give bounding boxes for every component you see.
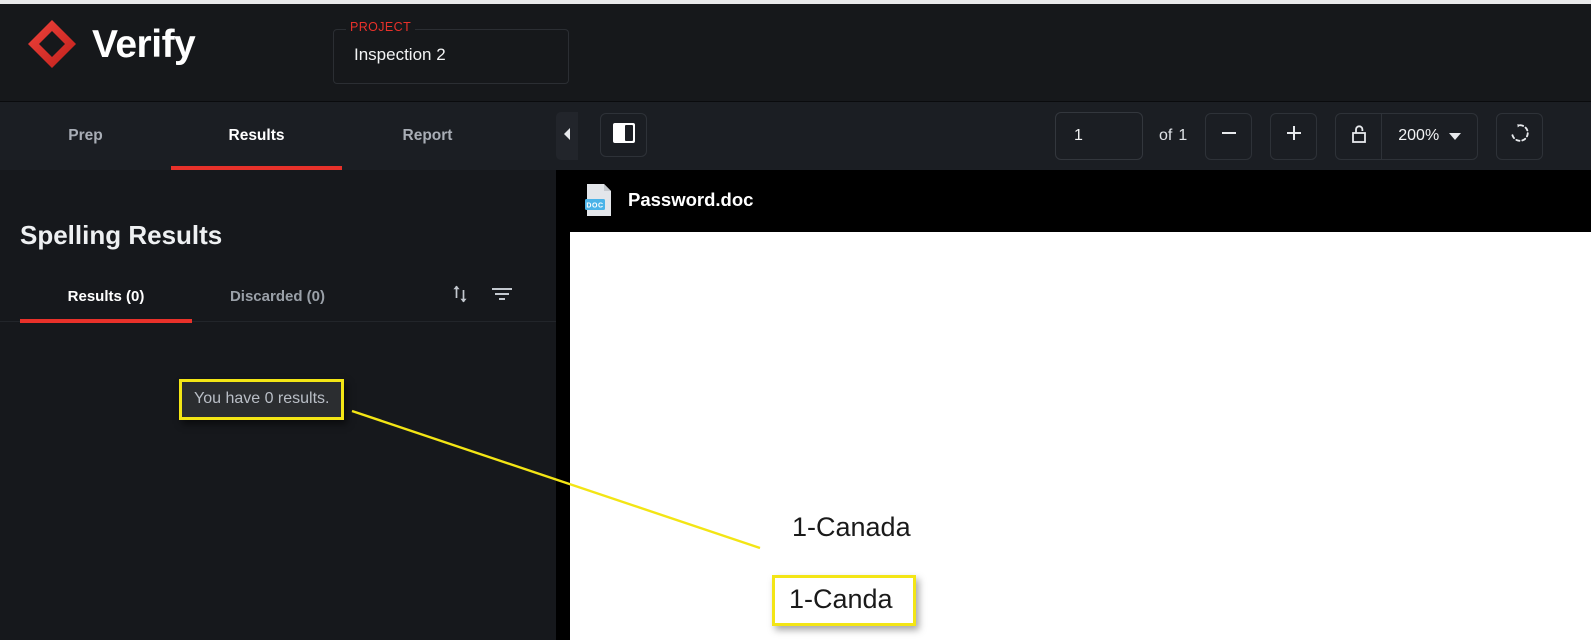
page-number-input[interactable] [1055, 112, 1143, 160]
document-page[interactable]: 1-Canada 1-Canda [570, 232, 1591, 640]
page-total-label: 1 [1178, 127, 1188, 144]
misspelling-highlight-box[interactable]: 1-Canda [772, 575, 916, 626]
plus-icon [1284, 123, 1304, 149]
page-of-label: of [1159, 127, 1173, 144]
misspelled-word: 1-Canda [789, 584, 893, 614]
unlock-icon [1349, 123, 1369, 150]
zoom-control-group: 200% [1335, 112, 1479, 160]
chevron-left-icon [562, 127, 572, 146]
brand-name: Verify [92, 22, 196, 66]
zoom-out-button[interactable] [1205, 112, 1253, 160]
svg-text:DOC: DOC [586, 202, 603, 209]
tab-results-label: Results [228, 127, 285, 144]
split-panel-icon [612, 122, 636, 149]
viewer-toolbar: of 1 [1055, 108, 1544, 164]
project-value: Inspection 2 [354, 45, 446, 64]
sub-tab-discarded-label: Discarded (0) [229, 287, 326, 305]
document-text-line: 1-Canada [792, 512, 911, 542]
sub-tab-results-label: Results (0) [67, 287, 145, 305]
rotate-icon [1509, 122, 1531, 150]
tab-prep-label: Prep [68, 127, 103, 144]
zoom-in-button[interactable] [1270, 112, 1318, 160]
main-tabs: Prep Results Report [0, 102, 513, 170]
sub-tab-results[interactable]: Results (0) [20, 270, 192, 323]
verify-app-window: Verify PROJECT Inspection 2 Prep Results… [0, 0, 1591, 640]
sub-tab-discarded[interactable]: Discarded (0) [200, 270, 355, 322]
empty-results-message: You have 0 results. [194, 390, 330, 407]
zoom-level-dropdown[interactable]: 200% [1382, 114, 1477, 159]
split-panel-toggle-button[interactable] [600, 113, 647, 157]
tab-report[interactable]: Report [342, 102, 513, 170]
document-header: DOC Password.doc [570, 170, 1591, 230]
page-title: Spelling Results [20, 220, 223, 250]
minus-icon [1219, 123, 1239, 149]
filter-icon [490, 285, 514, 308]
project-field[interactable]: PROJECT Inspection 2 [333, 20, 569, 84]
chevron-down-icon [1449, 132, 1462, 140]
document-viewer: DOC Password.doc 1-Canada 1-Canda [556, 170, 1591, 640]
tab-report-label: Report [402, 127, 453, 144]
sidebar-collapse-handle[interactable] [556, 112, 578, 160]
doc-file-icon: DOC [584, 183, 614, 217]
filter-button[interactable] [484, 278, 520, 314]
tab-prep[interactable]: Prep [0, 102, 171, 170]
sort-arrows-icon [450, 283, 470, 310]
empty-results-tooltip: You have 0 results. [179, 379, 344, 420]
app-header: Verify PROJECT Inspection 2 [0, 4, 1591, 102]
project-label: PROJECT [346, 20, 416, 34]
zoom-level-value: 200% [1398, 127, 1440, 144]
rotate-button[interactable] [1496, 112, 1544, 160]
zoom-lock-toggle[interactable] [1336, 113, 1383, 159]
tab-results[interactable]: Results [171, 102, 342, 170]
red-diamond-logo-icon [26, 18, 78, 70]
sort-button[interactable] [442, 278, 478, 314]
document-file-name: Password.doc [628, 189, 754, 210]
brand[interactable]: Verify [26, 18, 196, 70]
